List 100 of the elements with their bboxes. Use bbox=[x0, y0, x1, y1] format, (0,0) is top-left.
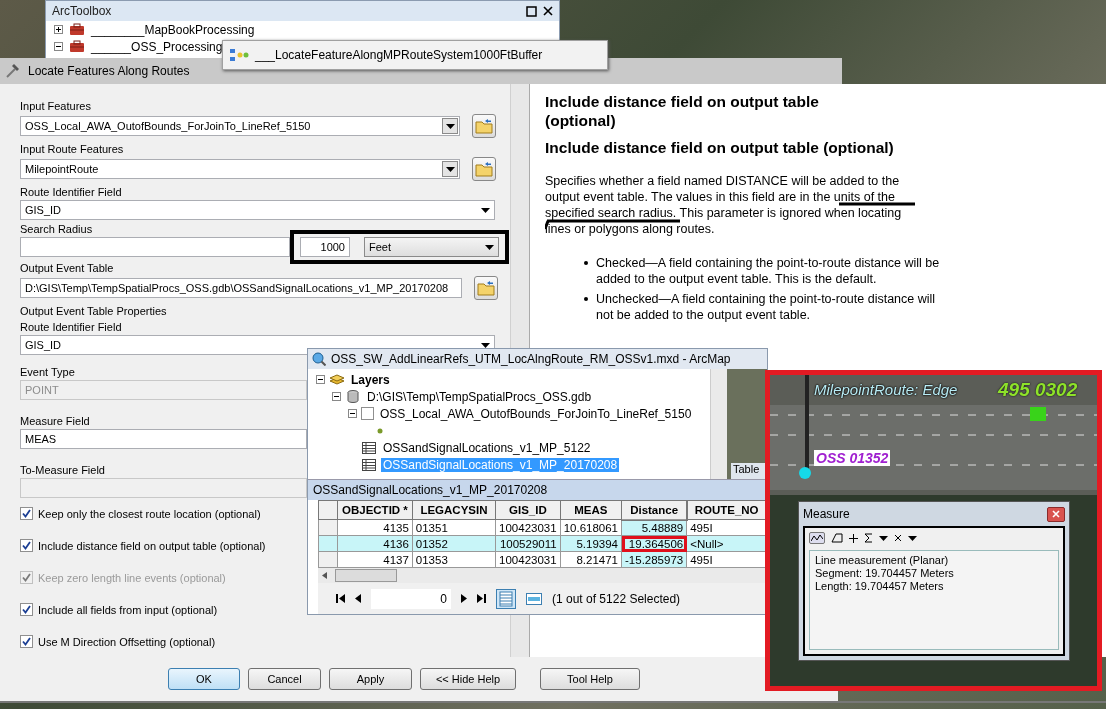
dropdown-field[interactable]: GIS_ID bbox=[20, 200, 495, 220]
column-header[interactable]: MEAS bbox=[560, 500, 622, 520]
line-tool-button[interactable] bbox=[809, 532, 825, 544]
collapse-icon[interactable] bbox=[316, 375, 325, 384]
browse-button[interactable] bbox=[472, 157, 496, 181]
input-field[interactable]: MEAS bbox=[20, 429, 307, 449]
dialog-button[interactable]: Tool Help bbox=[540, 668, 640, 690]
toolbox-icon bbox=[69, 40, 85, 53]
caret-icon bbox=[908, 535, 917, 541]
input-field[interactable] bbox=[20, 237, 290, 257]
close-icon[interactable] bbox=[543, 6, 553, 16]
column-header[interactable]: OBJECTID * bbox=[337, 500, 413, 520]
close-button[interactable] bbox=[1047, 506, 1065, 522]
unit-dropdown[interactable]: Feet bbox=[364, 237, 499, 257]
table-tab[interactable]: Table bbox=[731, 463, 767, 479]
bullet-text: Checked—A field containing the point-to-route distance will be added to the output event table. This is the default. bbox=[596, 255, 941, 287]
folder-icon bbox=[475, 118, 493, 134]
column-header[interactable]: ROUTE_NO bbox=[686, 500, 767, 520]
plus-icon[interactable] bbox=[849, 533, 858, 543]
table-cell: 100423031 bbox=[495, 519, 561, 536]
table-cell: 4137 bbox=[337, 551, 413, 568]
checkbox-label: Keep zero length line events (optional) bbox=[38, 571, 226, 584]
checkbox[interactable] bbox=[361, 407, 374, 420]
caret-icon bbox=[879, 535, 888, 541]
scroll-left-icon[interactable] bbox=[322, 572, 327, 579]
section-label: Output Event Table Properties bbox=[20, 305, 167, 318]
checkbox-label: Include distance field on output table (optional) bbox=[38, 539, 266, 552]
field-label: Route Identifier Field bbox=[20, 186, 122, 199]
window-title: Measure bbox=[803, 507, 850, 521]
tool-tab[interactable]: ___LocateFeatureAlongMPRouteSystem1000FtBuffer bbox=[222, 40, 608, 70]
toolbox-item[interactable]: ______OSS_Processing bbox=[91, 39, 223, 54]
caret-icon bbox=[445, 123, 455, 129]
map-label: MilepointRoute: Edge bbox=[814, 381, 958, 398]
help-subheading: Include distance field on output table (optional) bbox=[545, 138, 895, 157]
point-symbol-icon bbox=[377, 427, 383, 434]
collapse-icon[interactable] bbox=[348, 409, 357, 418]
input-field[interactable]: D:\GIS\Temp\TempSpatialProcs_OSS.gdb\OSSandSignalLocations_v1_MP_20170208 bbox=[20, 278, 462, 298]
all-records-icon[interactable] bbox=[496, 588, 516, 609]
column-header[interactable]: Distance bbox=[621, 500, 687, 520]
hammer-icon bbox=[4, 63, 20, 79]
field-label: Event Type bbox=[20, 366, 75, 379]
sigma-icon[interactable] bbox=[864, 533, 873, 543]
table-cell: 01351 bbox=[412, 519, 496, 536]
clear-icon[interactable] bbox=[894, 534, 902, 542]
tree-item[interactable]: OSSandSignalLocations_v1_MP_5122 bbox=[381, 440, 593, 455]
checkbox[interactable] bbox=[20, 635, 33, 648]
checkbox[interactable] bbox=[20, 539, 33, 552]
next-record-icon[interactable] bbox=[461, 594, 467, 603]
table-icon bbox=[361, 456, 377, 473]
table-icon bbox=[361, 439, 377, 456]
check-icon bbox=[22, 605, 31, 614]
checkbox-label: Include all fields from input (optional) bbox=[38, 603, 218, 616]
number-field[interactable]: 1000 bbox=[300, 237, 350, 257]
polyline-icon bbox=[811, 534, 823, 542]
dropdown-field[interactable]: MilepointRoute bbox=[20, 159, 460, 179]
selected-records-icon[interactable] bbox=[526, 592, 542, 605]
bullet-text: Unchecked—A field containing the point-to-route distance will not be added to the output event table. bbox=[596, 291, 937, 323]
window-title: Locate Features Along Routes bbox=[28, 64, 190, 78]
measurement-text: Line measurement (Planar) bbox=[815, 554, 950, 567]
dialog-button[interactable]: Apply bbox=[329, 668, 412, 690]
horizontal-scrollbar[interactable] bbox=[318, 568, 767, 583]
database-icon bbox=[345, 388, 361, 405]
check-icon bbox=[22, 541, 31, 550]
close-icon bbox=[1052, 510, 1060, 518]
map-label: OSS 01352 bbox=[814, 450, 891, 466]
toolbox-item[interactable]: ________MapBookProcessing bbox=[91, 22, 255, 37]
tree-item[interactable]: Layers bbox=[349, 372, 392, 387]
column-header[interactable]: LEGACYSIN bbox=[412, 500, 496, 520]
collapse-icon[interactable] bbox=[54, 42, 63, 51]
field-label: Search Radius bbox=[20, 223, 93, 236]
collapse-icon[interactable] bbox=[332, 392, 341, 401]
browse-button[interactable] bbox=[472, 114, 496, 138]
checkbox[interactable] bbox=[20, 507, 33, 520]
scrollbar-thumb[interactable] bbox=[335, 569, 397, 582]
checkbox[interactable] bbox=[20, 603, 33, 616]
tree-item[interactable]: OSS_Local_AWA_OutofBounds_ForJoinTo_LineRef_5150 bbox=[378, 406, 694, 421]
area-icon[interactable] bbox=[831, 533, 843, 543]
maximize-icon[interactable] bbox=[526, 5, 537, 17]
scrollbar[interactable] bbox=[710, 369, 727, 479]
table-cell: 100423031 bbox=[495, 551, 561, 568]
first-record-icon[interactable] bbox=[336, 594, 345, 603]
field-label: To-Measure Field bbox=[20, 464, 105, 477]
tree-item[interactable]: D:\GIS\Temp\TempSpatialProcs_OSS.gdb bbox=[365, 389, 594, 404]
field-label: Output Event Table bbox=[20, 262, 114, 275]
column-header[interactable]: GIS_ID bbox=[495, 500, 561, 520]
last-record-icon[interactable] bbox=[477, 594, 486, 603]
table-cell: 5.48889 bbox=[621, 519, 687, 536]
browse-button[interactable] bbox=[474, 276, 498, 300]
record-field[interactable]: 0 bbox=[371, 588, 451, 609]
bullet-dot bbox=[584, 261, 588, 265]
folder-icon bbox=[475, 161, 493, 177]
dialog-button[interactable]: Cancel bbox=[248, 668, 321, 690]
bullet-dot bbox=[584, 297, 588, 301]
expand-icon[interactable] bbox=[54, 25, 63, 34]
dropdown-field[interactable]: OSS_Local_AWA_OutofBounds_ForJoinTo_LineRef_5150 bbox=[20, 116, 460, 136]
dialog-button[interactable]: << Hide Help bbox=[420, 668, 516, 690]
dialog-button[interactable]: OK bbox=[168, 668, 240, 690]
previous-record-icon[interactable] bbox=[355, 594, 361, 603]
field-label: Input Features bbox=[20, 100, 91, 113]
magnifier-globe-icon bbox=[312, 352, 326, 366]
